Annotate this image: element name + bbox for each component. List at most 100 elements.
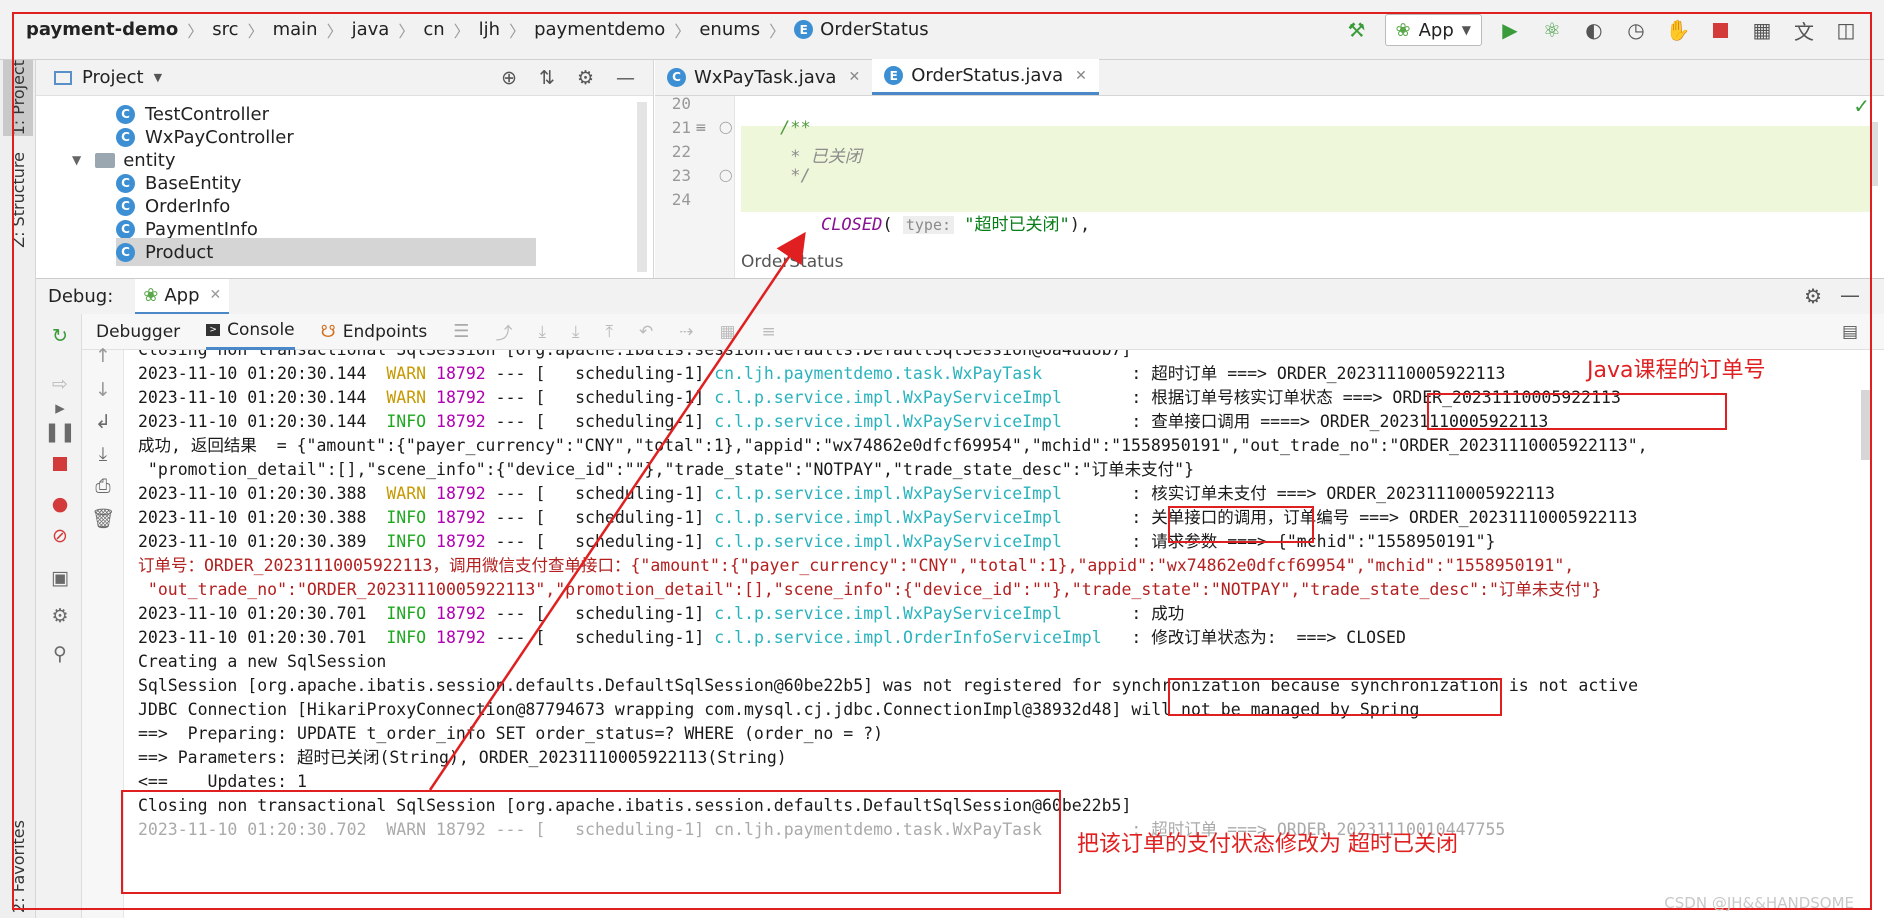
log-logger[interactable]: c.l.p.service.impl.OrderInfoServiceImpl — [714, 628, 1121, 647]
build-hammer-icon[interactable]: ⚒ — [1343, 16, 1371, 44]
run-to-cursor-icon[interactable]: ⇢ — [679, 322, 693, 342]
locate-icon[interactable]: ⊕ — [501, 67, 517, 89]
collapse-all-icon[interactable]: ⇅ — [539, 67, 555, 89]
log-logger[interactable]: cn.ljh.paymentdemo.task.WxPayTask — [714, 364, 1121, 383]
log-timestamp: 2023-11-10 01:20:30.701 — [138, 628, 367, 647]
log-level: INFO — [386, 508, 427, 527]
log-logger[interactable]: c.l.p.service.impl.WxPayServiceImpl — [714, 604, 1121, 623]
editor-breadcrumb-label: OrderStatus — [741, 252, 844, 272]
breadcrumb-item[interactable]: src — [212, 19, 238, 40]
clear-icon[interactable]: 🗑 — [91, 506, 115, 530]
log-logger[interactable]: c.l.p.service.impl.WxPayServiceImpl — [714, 484, 1121, 503]
settings-icon[interactable]: ⚙ — [48, 604, 72, 628]
stop-icon[interactable] — [48, 452, 72, 476]
log-timestamp: 2023-11-10 01:20:30.701 — [138, 604, 367, 623]
hide-icon[interactable]: — — [1840, 283, 1860, 307]
tab-console[interactable]: > Console — [206, 314, 295, 350]
log-logger[interactable]: c.l.p.service.impl.WxPayServiceImpl — [714, 508, 1121, 527]
favorites-tool-tab[interactable]: 2: Favorites — [3, 818, 33, 914]
step-out-icon[interactable]: ⤒ — [605, 322, 613, 342]
tree-item-label: OrderInfo — [145, 195, 231, 217]
editor-tab-orderstatus[interactable]: E OrderStatus.java ✕ — [872, 59, 1099, 95]
expand-arrow-icon[interactable]: ▼ — [72, 153, 81, 167]
debug-session-tab[interactable]: ❀ App ✕ — [135, 278, 230, 315]
breadcrumb-separator: 〉 — [674, 21, 691, 41]
breadcrumb-item[interactable]: enums — [699, 19, 760, 40]
hide-icon[interactable]: — — [616, 67, 635, 89]
log-pid: 18792 — [436, 532, 486, 551]
log-pid: 18792 — [436, 412, 486, 431]
tree-item-class[interactable]: C Product — [116, 238, 536, 266]
editor-scrollbar[interactable] — [1870, 122, 1878, 186]
drop-frame-icon[interactable]: ↶ — [639, 322, 653, 342]
breadcrumb-item-current[interactable]: E OrderStatus — [794, 19, 929, 40]
layout-icon[interactable]: ▤ — [1842, 322, 1858, 342]
close-icon[interactable]: ✕ — [848, 69, 860, 85]
attach-icon[interactable]: ✋ — [1664, 16, 1692, 44]
stop-icon[interactable] — [1706, 16, 1734, 44]
gear-icon[interactable]: ⚙ — [577, 67, 594, 89]
tree-item-label: BaseEntity — [145, 172, 242, 194]
log-level: INFO — [386, 604, 427, 623]
step-over-icon[interactable]: ⤴ — [495, 319, 512, 344]
chevron-down-icon[interactable]: ▼ — [154, 71, 162, 84]
project-panel-title[interactable]: Project — [82, 67, 144, 88]
translate-icon[interactable]: 文 — [1790, 16, 1818, 44]
step-into-icon[interactable]: ⤓ — [538, 322, 546, 342]
down-arrow-icon[interactable]: ↓ — [91, 378, 115, 402]
log-logger[interactable]: c.l.p.service.impl.WxPayServiceImpl — [714, 532, 1121, 551]
editor-tab-wxpaytask[interactable]: C WxPayTask.java ✕ — [655, 59, 872, 95]
layout-icon[interactable]: ◫ — [1832, 16, 1860, 44]
editor-breadcrumb[interactable]: OrderStatus — [741, 246, 843, 278]
code-editor[interactable]: 20 21 22 23 24 ≡ ◯ ◯ /** * 已关闭 */ CLOSED… — [655, 96, 1884, 278]
structure-tool-tab[interactable]: Z: Structure — [3, 150, 33, 250]
debug-icon[interactable]: ⚛ — [1538, 16, 1566, 44]
breadcrumb-item[interactable]: payment-demo — [26, 19, 178, 40]
project-structure-icon[interactable]: ▦ — [1748, 16, 1776, 44]
debug-session-label: App — [164, 284, 200, 306]
pin-icon[interactable]: ⚲ — [48, 642, 72, 666]
log-logger[interactable]: c.l.p.service.impl.WxPayServiceImpl — [714, 388, 1121, 407]
console-scrollbar[interactable] — [1861, 390, 1870, 460]
coverage-icon[interactable]: ◐ — [1580, 16, 1608, 44]
tab-endpoints[interactable]: ☋ Endpoints — [321, 314, 428, 350]
menu-icon[interactable]: ☰ — [453, 321, 469, 342]
print-icon[interactable]: ⎙ — [91, 474, 115, 498]
camera-icon[interactable]: ▣ — [48, 566, 72, 590]
fold-icon[interactable]: ◯ — [719, 168, 732, 182]
scroll-to-end-icon[interactable]: ⤓ — [91, 442, 115, 466]
log-level: WARN — [386, 484, 427, 503]
profile-icon[interactable]: ◷ — [1622, 16, 1650, 44]
breadcrumb-item[interactable]: main — [273, 19, 318, 40]
project-scrollbar[interactable] — [637, 102, 647, 272]
modify-run-icon[interactable]: ⇨ — [48, 372, 72, 396]
rerun-icon[interactable]: ↻ — [48, 324, 72, 348]
breadcrumb-item-label: OrderStatus — [820, 19, 929, 40]
view-breakpoints-icon[interactable]: ● — [48, 492, 72, 516]
gear-icon[interactable]: ⚙ — [1804, 284, 1822, 308]
trace-icon[interactable]: ≡ — [762, 322, 776, 342]
run-config-dropdown[interactable]: ❀ App ▼ — [1384, 14, 1482, 46]
pause-icon[interactable]: ❚❚ — [44, 420, 76, 444]
force-step-into-icon[interactable]: ⤓ — [572, 322, 580, 342]
soft-wrap-icon[interactable]: ↲ — [91, 410, 115, 434]
breadcrumb-item[interactable]: ljh — [479, 19, 500, 40]
breadcrumb-item[interactable]: java — [352, 19, 390, 40]
up-arrow-icon[interactable]: ↑ — [91, 344, 115, 368]
close-icon[interactable]: ✕ — [210, 287, 222, 303]
close-icon[interactable]: ✕ — [1075, 68, 1087, 84]
evaluate-icon[interactable]: ▦ — [719, 322, 735, 342]
project-tool-tab[interactable]: 1: Project — [3, 60, 33, 136]
log-thread: --- [ scheduling-1] — [485, 412, 715, 431]
breadcrumb-item[interactable]: paymentdemo — [534, 19, 665, 40]
breadcrumb-item[interactable]: cn — [423, 19, 444, 40]
project-panel: Project ▼ ⊕ ⇅ ⚙ — C TestController C WxP… — [36, 60, 654, 278]
resume-icon[interactable]: ▸ — [48, 396, 72, 420]
log-logger[interactable]: c.l.p.service.impl.WxPayServiceImpl — [714, 412, 1121, 431]
doc-render-icon[interactable]: ≡ — [695, 120, 707, 136]
line-number: 22 — [671, 142, 691, 161]
run-icon[interactable]: ▶ — [1496, 16, 1524, 44]
mute-breakpoints-icon[interactable]: ⊘ — [48, 524, 72, 548]
fold-icon[interactable]: ◯ — [719, 120, 732, 134]
editor-tab-label: WxPayTask.java — [694, 66, 837, 88]
